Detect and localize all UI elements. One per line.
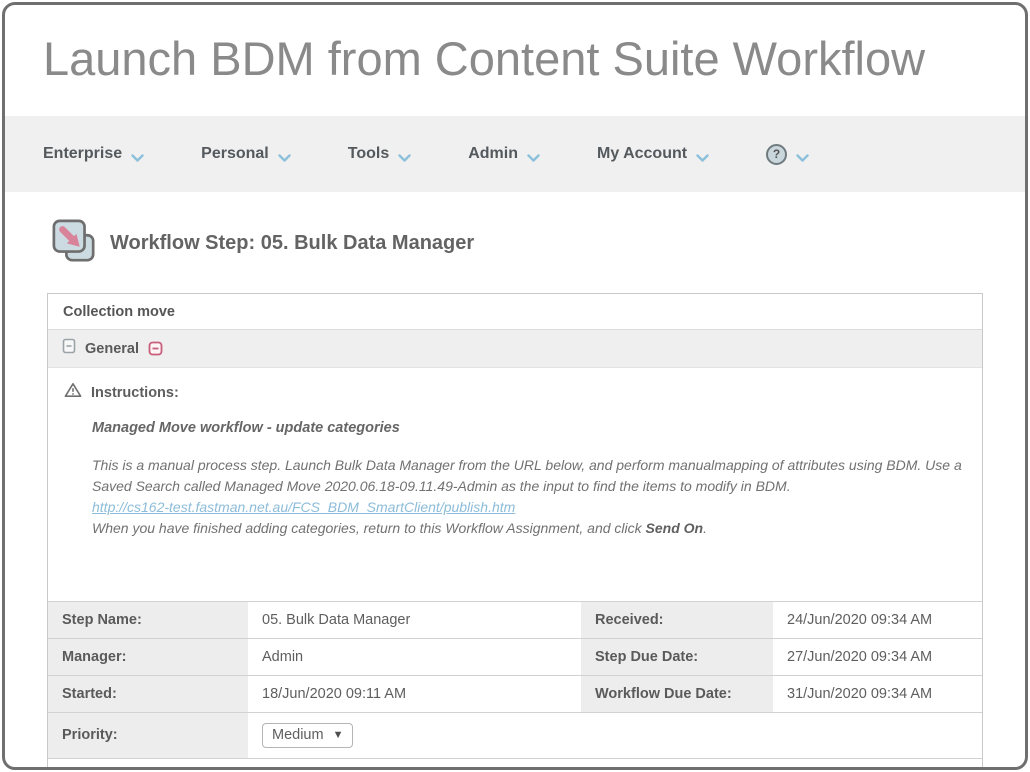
chevron-down-icon — [696, 150, 709, 159]
menu-personal-label: Personal — [201, 145, 269, 163]
workflow-step-heading: Workflow Step: 05. Bulk Data Manager — [51, 218, 1025, 269]
priority-cell: Medium ▼ — [248, 712, 982, 758]
app-window: Launch BDM from Content Suite Workflow E… — [2, 2, 1028, 770]
document-icon — [62, 338, 76, 359]
title-bar: Launch BDM from Content Suite Workflow — [5, 5, 1025, 116]
instructions-label: Instructions: — [91, 385, 179, 401]
send-on-emphasis: Send On — [646, 520, 704, 536]
manager-value: Admin — [248, 638, 581, 675]
menu-personal[interactable]: Personal — [201, 145, 291, 163]
bdm-publish-link[interactable]: http://cs162-test.fastman.net.au/FCS_BDM… — [92, 497, 515, 518]
menu-tools-label: Tools — [348, 145, 389, 163]
main-menu-bar: Enterprise Personal Tools Admin My Accou… — [5, 116, 1025, 192]
instructions-footer-text: When you have finished adding categories… — [92, 520, 646, 536]
instructions-footer-period: . — [703, 520, 707, 536]
menu-admin[interactable]: Admin — [468, 145, 540, 163]
step-name-label: Step Name: — [48, 601, 248, 638]
started-value: 18/Jun/2020 09:11 AM — [248, 675, 581, 712]
step-due-date-value: 27/Jun/2020 09:34 AM — [773, 638, 982, 675]
manager-label: Manager: — [48, 638, 248, 675]
table-row: Started: 18/Jun/2020 09:11 AM Workflow D… — [48, 675, 982, 712]
workflow-due-date-label: Workflow Due Date: — [581, 675, 773, 712]
help-icon: ? — [766, 144, 787, 165]
instructions-header: Instructions: — [64, 382, 966, 403]
menu-enterprise[interactable]: Enterprise — [43, 145, 144, 163]
priority-label: Priority: — [48, 712, 248, 758]
started-label: Started: — [48, 675, 248, 712]
step-details-table: Step Name: 05. Bulk Data Manager Receive… — [48, 601, 982, 758]
workflow-step-icon — [51, 218, 97, 269]
menu-enterprise-label: Enterprise — [43, 145, 122, 163]
general-section-label: General — [85, 341, 139, 357]
priority-value: Medium — [272, 727, 324, 743]
menu-admin-label: Admin — [468, 145, 518, 163]
chevron-down-icon — [131, 150, 144, 159]
page-title: Launch BDM from Content Suite Workflow — [43, 31, 987, 86]
chevron-down-icon — [527, 150, 540, 159]
menu-my-account[interactable]: My Account — [597, 145, 709, 163]
workflow-panel: Collection move General — [47, 293, 983, 770]
chevron-down-icon — [398, 150, 411, 159]
table-row: Priority: Medium ▼ — [48, 712, 982, 758]
chevron-down-icon — [278, 150, 291, 159]
priority-dropdown[interactable]: Medium ▼ — [262, 723, 353, 748]
menu-my-account-label: My Account — [597, 145, 687, 163]
step-name-value: 05. Bulk Data Manager — [248, 601, 581, 638]
table-row: Step Name: 05. Bulk Data Manager Receive… — [48, 601, 982, 638]
dropdown-arrow-icon: ▼ — [333, 729, 344, 741]
instructions-section: Instructions: Managed Move workflow - up… — [48, 368, 982, 601]
step-due-date-label: Step Due Date: — [581, 638, 773, 675]
received-value: 24/Jun/2020 09:34 AM — [773, 601, 982, 638]
workflow-due-date-value: 31/Jun/2020 09:34 AM — [773, 675, 982, 712]
received-label: Received: — [581, 601, 773, 638]
collapse-minus-icon[interactable] — [148, 341, 163, 356]
instructions-body: This is a manual process step. Launch Bu… — [92, 455, 966, 497]
workflow-step-title: Workflow Step: 05. Bulk Data Manager — [110, 232, 474, 255]
instructions-subtitle: Managed Move workflow - update categorie… — [92, 418, 966, 440]
action-button-row: Apply Reset Send On — [48, 758, 982, 770]
chevron-down-icon — [796, 150, 809, 159]
warning-icon — [64, 382, 82, 403]
panel-title: Collection move — [48, 294, 982, 330]
instructions-footer: When you have finished adding categories… — [92, 518, 966, 539]
menu-help[interactable]: ? — [766, 144, 809, 165]
general-section-row: General — [48, 330, 982, 368]
instructions-content: Managed Move workflow - update categorie… — [92, 418, 966, 601]
menu-tools[interactable]: Tools — [348, 145, 411, 163]
table-row: Manager: Admin Step Due Date: 27/Jun/202… — [48, 638, 982, 675]
